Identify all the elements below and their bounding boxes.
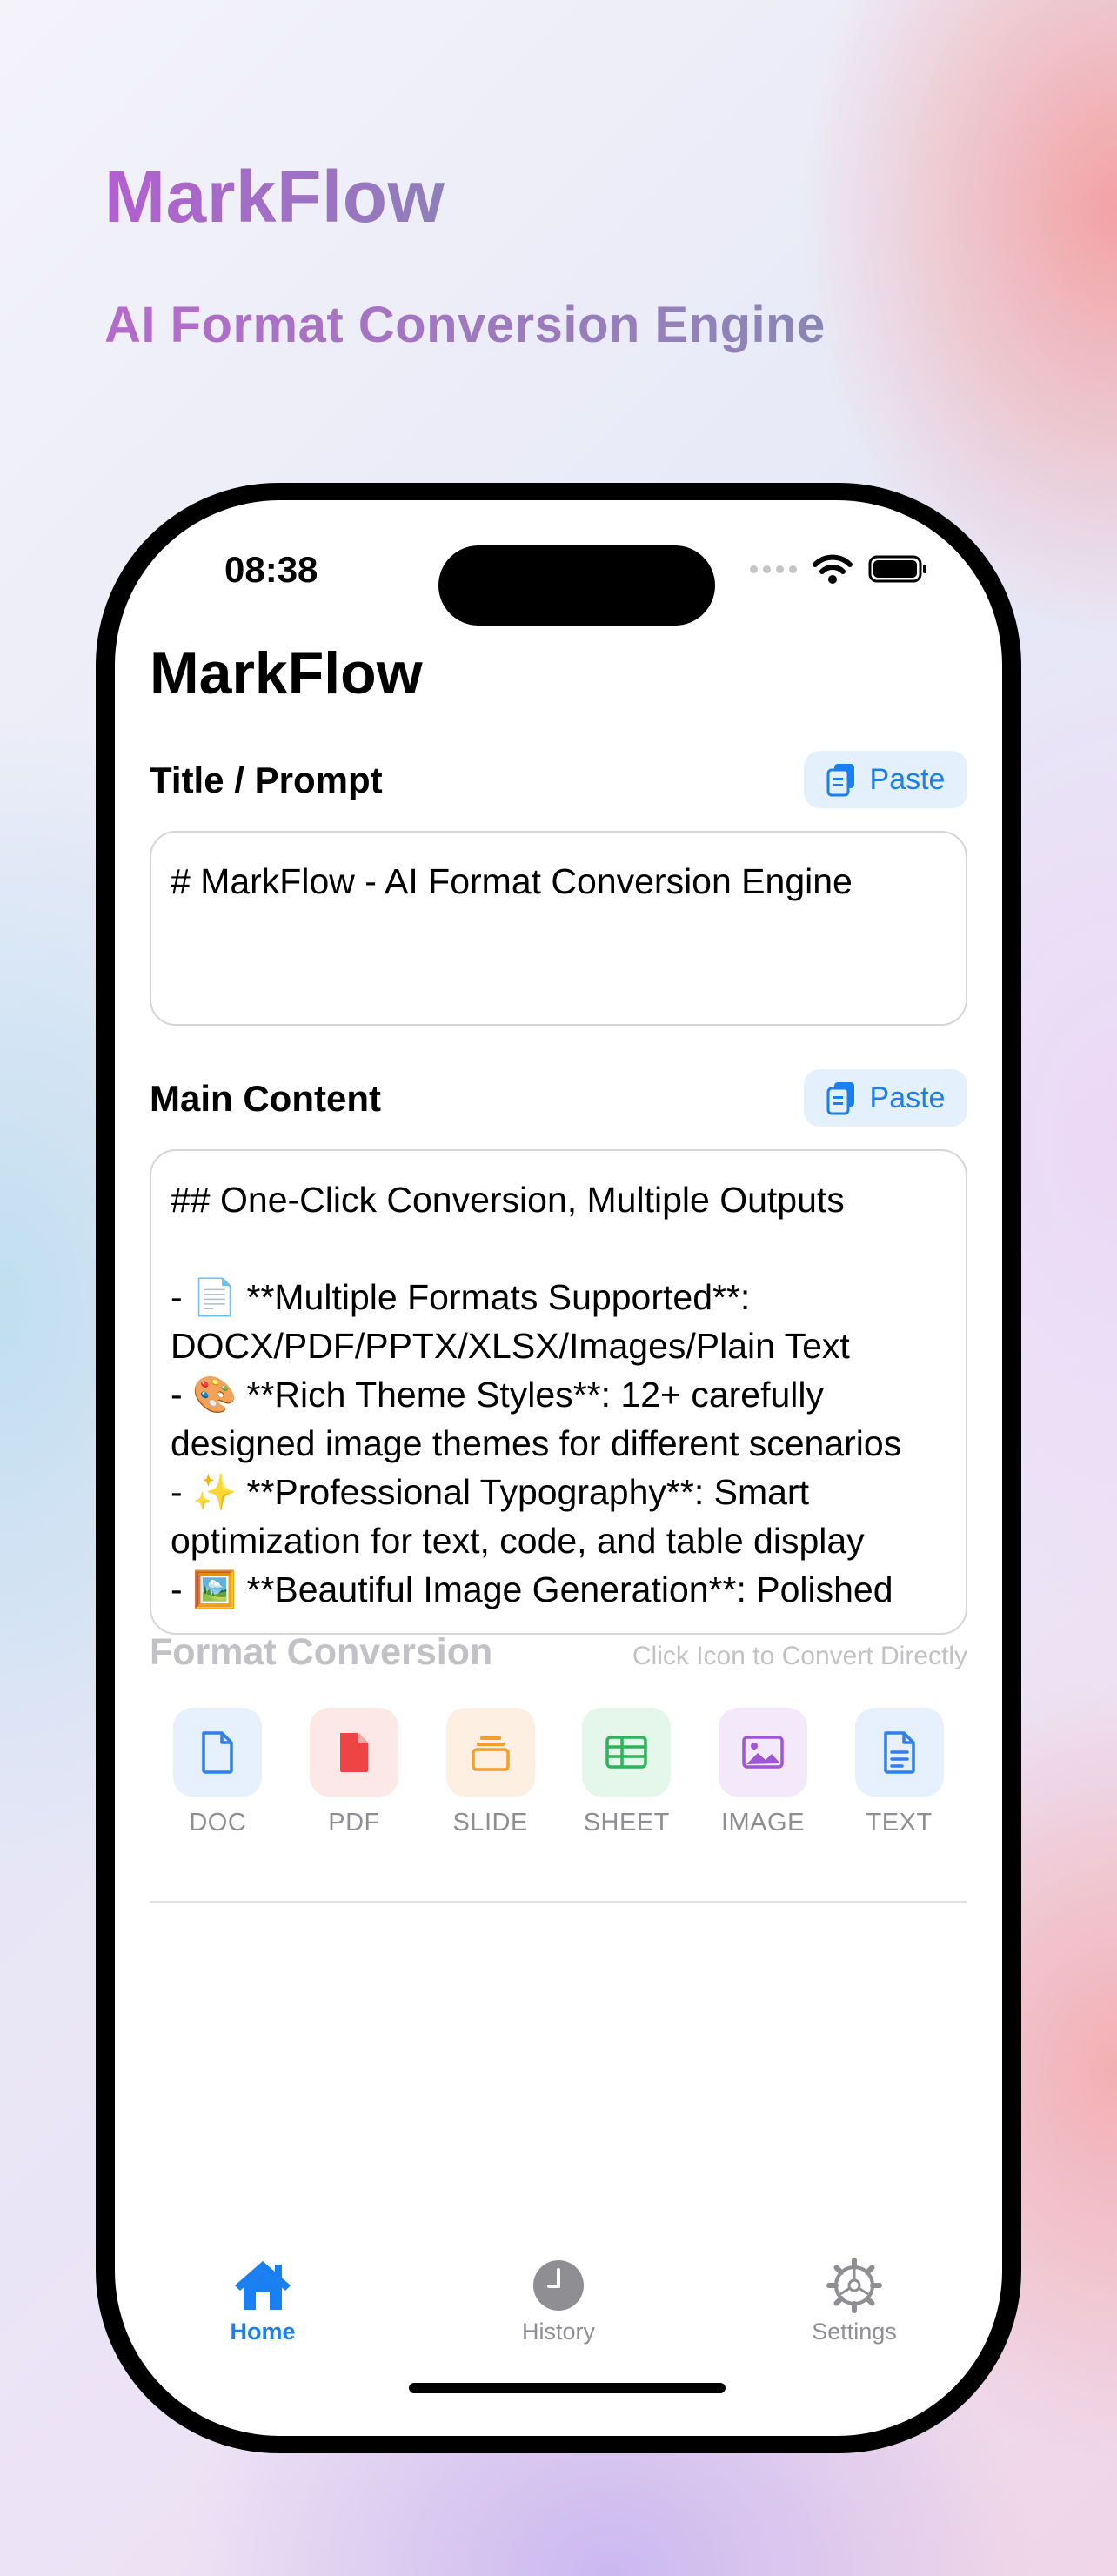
- app-title: MarkFlow: [150, 640, 423, 706]
- phone-screen: 08:38 MarkFlow Title / Prompt Paste # Ma…: [115, 500, 1002, 2436]
- title-prompt-label: Title / Prompt: [150, 759, 383, 800]
- tab-settings[interactable]: Settings: [767, 2258, 941, 2345]
- format-tile: [582, 1708, 672, 1797]
- format-conversion-title: Format Conversion: [150, 1631, 493, 1673]
- tab-label: Home: [230, 2318, 296, 2345]
- doc-icon: [202, 1731, 234, 1774]
- wifi-icon: [813, 554, 853, 584]
- tab-bar: Home History Settings: [115, 2258, 1002, 2345]
- image-icon: [742, 1736, 784, 1769]
- tab-history[interactable]: History: [472, 2258, 645, 2345]
- cellular-signal-icon: [750, 565, 797, 573]
- paste-label: Paste: [869, 762, 946, 796]
- format-image-button[interactable]: IMAGE: [711, 1708, 815, 1837]
- clipboard-icon: [826, 1082, 854, 1115]
- hero-title: MarkFlow: [104, 156, 445, 238]
- paste-label: Paste: [869, 1081, 946, 1114]
- format-tile: [309, 1708, 398, 1797]
- format-options: DOC PDF SLIDE SHEET IMAGE TEXT: [150, 1708, 967, 1837]
- format-sheet-button[interactable]: SHEET: [574, 1708, 679, 1837]
- format-doc-button[interactable]: DOC: [165, 1708, 270, 1837]
- format-tile: [173, 1708, 263, 1797]
- format-conversion-hint: Click Icon to Convert Directly: [632, 1642, 967, 1670]
- format-label: DOC: [189, 1809, 247, 1837]
- slide-icon: [471, 1736, 510, 1771]
- format-label: SHEET: [583, 1809, 670, 1837]
- hero-subtitle: AI Format Conversion Engine: [104, 297, 826, 353]
- format-label: SLIDE: [452, 1809, 528, 1837]
- main-content-input[interactable]: ## One-Click Conversion, Multiple Output…: [150, 1149, 967, 1635]
- content-paste-button[interactable]: Paste: [804, 1069, 967, 1127]
- status-time: 08:38: [224, 549, 318, 590]
- format-conversion-header: Format Conversion Click Icon to Convert …: [150, 1631, 967, 1674]
- phone-frame: 08:38 MarkFlow Title / Prompt Paste # Ma…: [96, 483, 1021, 2453]
- house-icon: [235, 2261, 291, 2310]
- clock-icon: [533, 2260, 584, 2311]
- gear-icon: [826, 2258, 882, 2313]
- divider: [150, 1901, 967, 1903]
- format-text-button[interactable]: TEXT: [847, 1708, 952, 1837]
- tab-label: Settings: [812, 2318, 897, 2345]
- battery-icon: [868, 555, 926, 583]
- clipboard-icon: [826, 764, 854, 797]
- format-label: PDF: [328, 1809, 380, 1837]
- format-tile: [854, 1708, 944, 1797]
- format-slide-button[interactable]: SLIDE: [438, 1708, 543, 1837]
- main-content-label: Main Content: [150, 1078, 381, 1119]
- tab-home[interactable]: Home: [176, 2258, 350, 2345]
- pdf-icon: [339, 1733, 368, 1772]
- format-pdf-button[interactable]: PDF: [302, 1708, 406, 1837]
- title-paste-button[interactable]: Paste: [804, 751, 967, 808]
- home-indicator: [409, 2383, 726, 2393]
- format-tile: [445, 1708, 535, 1797]
- title-prompt-input[interactable]: # MarkFlow - AI Format Conversion Engine: [150, 831, 967, 1026]
- format-label: TEXT: [866, 1809, 933, 1837]
- status-icons: [750, 554, 929, 584]
- tab-label: History: [521, 2318, 595, 2345]
- format-tile: [718, 1708, 807, 1797]
- text-icon: [883, 1731, 915, 1774]
- dynamic-island: [438, 545, 715, 626]
- sheet-icon: [605, 1736, 648, 1769]
- format-label: IMAGE: [720, 1809, 805, 1837]
